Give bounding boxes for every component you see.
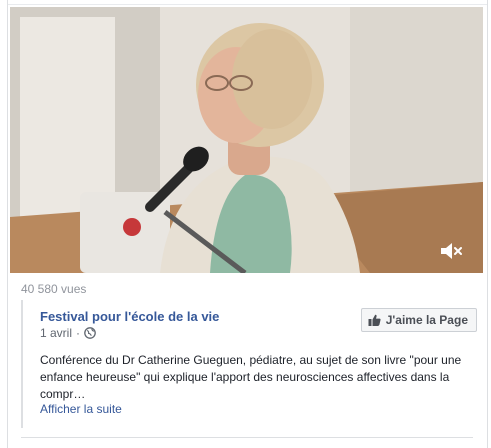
see-more-link[interactable]: Afficher la suite bbox=[40, 402, 122, 416]
top-divider bbox=[8, 4, 487, 5]
volume-muted-icon[interactable] bbox=[437, 239, 465, 263]
thumbs-up-icon bbox=[368, 314, 381, 326]
like-page-button[interactable]: J'aime la Page bbox=[360, 308, 477, 332]
post-description: Conférence du Dr Catherine Gueguen, pédi… bbox=[40, 352, 470, 403]
video-frame bbox=[10, 7, 483, 273]
globe-icon[interactable] bbox=[84, 327, 96, 339]
video-player[interactable] bbox=[10, 7, 483, 273]
view-count: 40 580 vues bbox=[21, 282, 87, 296]
meta-separator: · bbox=[76, 326, 81, 340]
description-line: enfance heureuse" qui explique l'apport … bbox=[40, 370, 450, 384]
video-post-card: 40 580 vues Festival pour l'école de la … bbox=[7, 0, 488, 448]
page-name-link[interactable]: Festival pour l'école de la vie bbox=[40, 309, 219, 324]
description-line: Conférence du Dr Catherine Gueguen, pédi… bbox=[40, 353, 462, 367]
description-line: compr… bbox=[40, 387, 86, 401]
bottom-divider bbox=[21, 437, 473, 438]
shared-post: Festival pour l'école de la vie 1 avril … bbox=[21, 300, 479, 428]
post-meta: 1 avril · bbox=[40, 326, 96, 340]
post-date[interactable]: 1 avril bbox=[40, 326, 72, 340]
like-page-label: J'aime la Page bbox=[385, 313, 468, 327]
